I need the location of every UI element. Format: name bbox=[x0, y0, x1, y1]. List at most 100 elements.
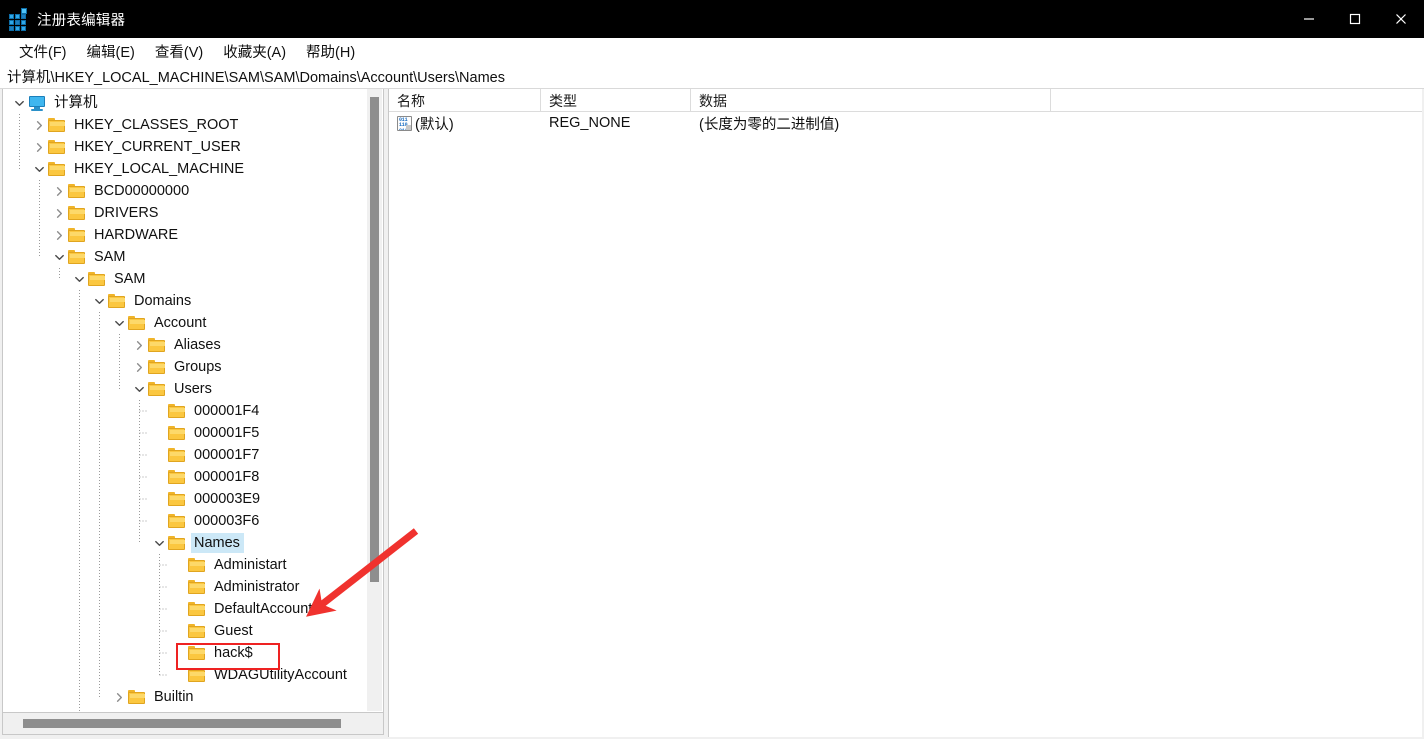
chevron-right-icon[interactable] bbox=[54, 186, 65, 197]
folder-icon bbox=[48, 139, 66, 155]
tree-item-administart[interactable]: Administart bbox=[171, 554, 291, 576]
tree-twisty[interactable] bbox=[31, 136, 48, 158]
tree-leaf-spacer bbox=[151, 400, 168, 422]
tree-item-domains[interactable]: Domains bbox=[91, 290, 195, 312]
column-header-name[interactable]: 名称 bbox=[389, 89, 541, 112]
tree-twisty[interactable] bbox=[31, 114, 48, 136]
tree-item-000003f6[interactable]: 000003F6 bbox=[151, 510, 263, 532]
tree-twisty[interactable] bbox=[131, 378, 148, 400]
tree-item-000001f8[interactable]: 000001F8 bbox=[151, 466, 263, 488]
tree-twisty[interactable] bbox=[151, 532, 168, 554]
chevron-down-icon[interactable] bbox=[134, 384, 145, 395]
folder-icon bbox=[108, 293, 126, 309]
value-row[interactable]: 011 110 011 (默认) REG_NONE (长度为零的二进制值) bbox=[389, 112, 1422, 134]
close-icon bbox=[1396, 14, 1406, 24]
menu-favorites[interactable]: 收藏夹(A) bbox=[214, 39, 297, 64]
chevron-down-icon[interactable] bbox=[14, 98, 25, 109]
tree-item-hack[interactable]: hack$ bbox=[171, 642, 257, 664]
chevron-down-icon[interactable] bbox=[74, 274, 85, 285]
tree-twisty[interactable] bbox=[91, 290, 108, 312]
tree-item-000003e9[interactable]: 000003E9 bbox=[151, 488, 264, 510]
tree-twisty[interactable] bbox=[131, 356, 148, 378]
chevron-right-icon[interactable] bbox=[114, 692, 125, 703]
column-header-type[interactable]: 类型 bbox=[541, 89, 691, 112]
tree-item-label: DRIVERS bbox=[94, 205, 159, 221]
menu-edit[interactable]: 编辑(E) bbox=[78, 39, 146, 64]
registry-tree[interactable]: 计算机 HKEY_CLASSES_ROOT HKEY_CURRENT_USER HKE… bbox=[3, 89, 369, 712]
tree-twisty[interactable] bbox=[111, 686, 128, 708]
folder-icon bbox=[148, 359, 166, 375]
maximize-button[interactable] bbox=[1332, 0, 1378, 38]
tree-item-000001f4[interactable]: 000001F4 bbox=[151, 400, 263, 422]
tree-item-defaultaccount[interactable]: DefaultAccount bbox=[171, 598, 316, 620]
tree-item-hkey-local-machine[interactable]: HKEY_LOCAL_MACHINE bbox=[31, 158, 248, 180]
tree-vertical-scroll-thumb[interactable] bbox=[370, 97, 379, 582]
tree-item-groups[interactable]: Groups bbox=[131, 356, 226, 378]
folder-icon bbox=[168, 425, 186, 441]
chevron-right-icon[interactable] bbox=[34, 120, 45, 131]
tree-item-label: 计算机 bbox=[54, 95, 98, 111]
tree-item-names[interactable]: Names bbox=[151, 532, 244, 554]
tree-twisty[interactable] bbox=[51, 180, 68, 202]
chevron-down-icon[interactable] bbox=[114, 318, 125, 329]
tree-leaf-spacer bbox=[171, 664, 188, 686]
tree-twisty[interactable] bbox=[131, 334, 148, 356]
tree-item-000001f5[interactable]: 000001F5 bbox=[151, 422, 263, 444]
chevron-right-icon[interactable] bbox=[134, 362, 145, 373]
menu-view[interactable]: 查看(V) bbox=[146, 39, 214, 64]
address-path: 计算机\HKEY_LOCAL_MACHINE\SAM\SAM\Domains\A… bbox=[7, 69, 505, 86]
chevron-down-icon[interactable] bbox=[94, 296, 105, 307]
folder-icon bbox=[148, 337, 166, 353]
tree-item-label: 000003E9 bbox=[194, 491, 261, 507]
tree-item-label: Administrator bbox=[214, 579, 300, 595]
tree-item-wdagutilityaccount[interactable]: WDAGUtilityAccount bbox=[171, 664, 351, 686]
value-name-cell: 011 110 011 (默认) bbox=[389, 113, 541, 134]
chevron-down-icon[interactable] bbox=[34, 164, 45, 175]
folder-icon bbox=[188, 623, 206, 639]
chevron-down-icon[interactable] bbox=[154, 538, 165, 549]
tree-leaf-spacer bbox=[171, 642, 188, 664]
tree-item-hkey-classes-root[interactable]: HKEY_CLASSES_ROOT bbox=[31, 114, 242, 136]
chevron-down-icon[interactable] bbox=[54, 252, 65, 263]
chevron-right-icon[interactable] bbox=[54, 230, 65, 241]
tree-twisty[interactable] bbox=[31, 158, 48, 180]
tree-item-[interactable]: 计算机 bbox=[11, 92, 102, 114]
minimize-button[interactable] bbox=[1286, 0, 1332, 38]
tree-item-label: Domains bbox=[134, 293, 192, 309]
tree-item-sam[interactable]: SAM bbox=[51, 246, 129, 268]
tree-twisty[interactable] bbox=[51, 246, 68, 268]
folder-icon bbox=[188, 645, 206, 661]
tree-item-builtin[interactable]: Builtin bbox=[111, 686, 198, 708]
tree-twisty[interactable] bbox=[111, 312, 128, 334]
tree-item-users[interactable]: Users bbox=[131, 378, 216, 400]
tree-item-hkey-current-user[interactable]: HKEY_CURRENT_USER bbox=[31, 136, 245, 158]
tree-vertical-scrollbar[interactable] bbox=[367, 89, 382, 711]
tree-item-bcd00000000[interactable]: BCD00000000 bbox=[51, 180, 193, 202]
tree-twisty[interactable] bbox=[11, 92, 28, 114]
tree-item-guest[interactable]: Guest bbox=[171, 620, 257, 642]
tree-item-sam[interactable]: SAM bbox=[71, 268, 149, 290]
tree-twisty[interactable] bbox=[51, 224, 68, 246]
tree-item-label: Builtin bbox=[154, 689, 194, 705]
chevron-right-icon[interactable] bbox=[54, 208, 65, 219]
tree-item-administrator[interactable]: Administrator bbox=[171, 576, 303, 598]
tree-item-aliases[interactable]: Aliases bbox=[131, 334, 225, 356]
chevron-right-icon[interactable] bbox=[34, 142, 45, 153]
tree-twisty[interactable] bbox=[51, 202, 68, 224]
tree-horizontal-scroll-thumb[interactable] bbox=[23, 719, 341, 728]
tree-item-label: Guest bbox=[214, 623, 253, 639]
tree-item-000001f7[interactable]: 000001F7 bbox=[151, 444, 263, 466]
chevron-right-icon[interactable] bbox=[134, 340, 145, 351]
tree-item-drivers[interactable]: DRIVERS bbox=[51, 202, 162, 224]
folder-icon bbox=[188, 601, 206, 617]
tree-twisty[interactable] bbox=[71, 268, 88, 290]
menu-help[interactable]: 帮助(H) bbox=[297, 39, 366, 64]
tree-item-hardware[interactable]: HARDWARE bbox=[51, 224, 182, 246]
column-header-data[interactable]: 数据 bbox=[691, 89, 1051, 112]
tree-item-account[interactable]: Account bbox=[111, 312, 210, 334]
menu-file[interactable]: 文件(F) bbox=[10, 39, 78, 64]
close-button[interactable] bbox=[1378, 0, 1424, 38]
address-bar[interactable]: 计算机\HKEY_LOCAL_MACHINE\SAM\SAM\Domains\A… bbox=[0, 64, 1424, 89]
value-type: REG_NONE bbox=[549, 115, 631, 131]
tree-horizontal-scrollbar[interactable] bbox=[2, 713, 384, 735]
